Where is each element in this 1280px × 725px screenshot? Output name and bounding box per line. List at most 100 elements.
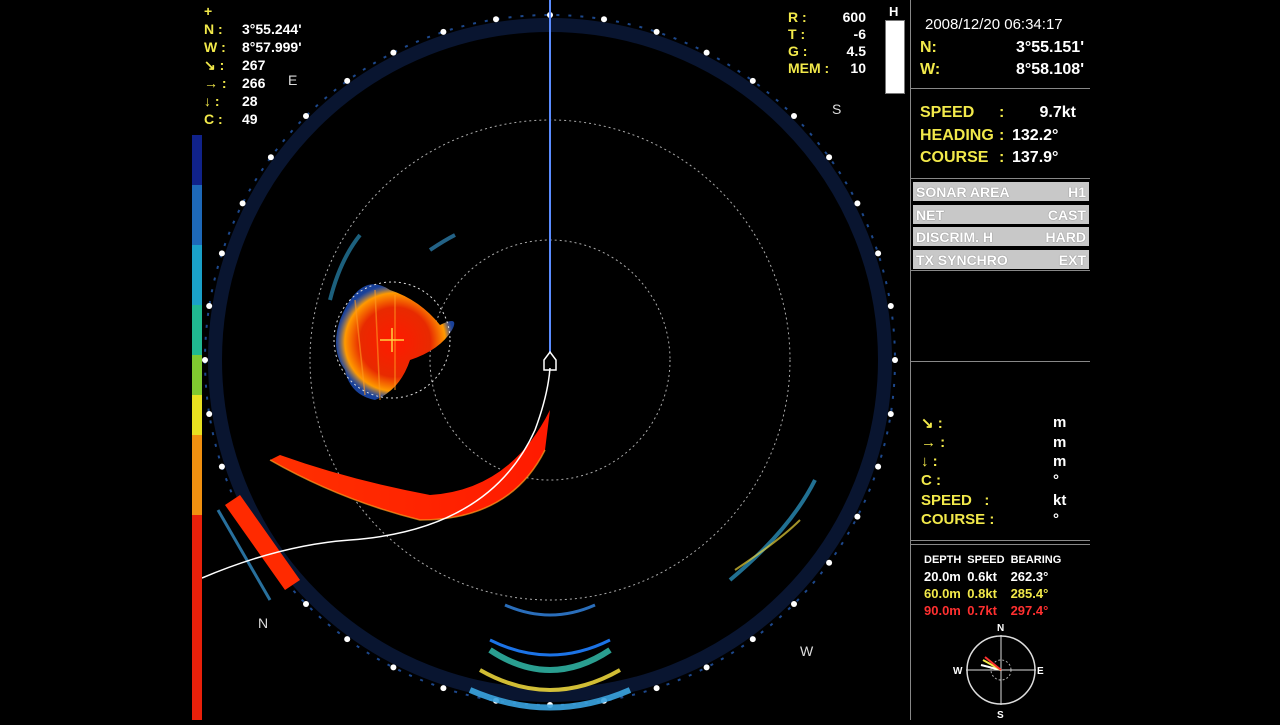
rose-s-label: S [997,710,1004,721]
target-speed-key: SPEED : [921,492,990,509]
menu-sonar-area[interactable]: SONAR AREA H1 [913,182,1089,201]
menu-tx-synchro-value: EXT [1058,251,1086,268]
range-tilt-gain-readout: R : 600 T : -6 G : 4.5 MEM : 10 [788,9,866,77]
cursor-depth-key: ↓ : [204,93,220,109]
ring-marker [703,664,710,671]
current-depth-1: 20.0m [924,569,961,584]
compass-n-label: N [258,615,268,631]
ring-marker [749,77,756,84]
current-bearing-2: 285.4° [1010,586,1049,601]
current-rose-icon: N S E W [953,623,1044,721]
cursor-c-key: C : [204,111,223,127]
ring-marker [202,357,208,363]
cursor-lon-value: 8°57.999' [242,39,302,55]
ring-marker [218,250,225,257]
target-speed-unit: kt [1053,492,1067,509]
menu-discrim[interactable]: DISCRIM. H HARD [913,227,1089,246]
rose-e-label: E [1037,666,1044,677]
compass-w-label: W [800,643,814,659]
echo-color-scale [192,135,202,720]
course-value: 137.9° [1012,149,1059,166]
current-header-depth: DEPTH [924,553,962,566]
speed-key: SPEED [920,104,975,121]
ring-marker [854,200,861,207]
cursor-horizontal-key: → : [204,75,227,91]
current-box: DEPTH SPEED BEARING 20.0m 0.6kt 262.3° 6… [911,544,1090,721]
navigation-box: SPEED : 9.7kt HEADING : 132.2° COURSE : … [911,90,1090,179]
cursor-horizontal-value: 266 [242,75,266,91]
empty-box [911,270,1090,362]
course-key: COURSE [920,149,989,166]
current-depth-3: 90.0m [924,603,961,618]
cursor-lat-key: N : [204,21,223,37]
current-speed-3: 0.7kt [967,603,997,618]
course-sep: : [999,149,1005,166]
current-row-1: 20.0m 0.6kt 262.3° [921,568,1064,585]
ring-marker [826,559,833,566]
cursor-lon-key: W : [204,39,226,55]
gain-key: G : [788,43,808,59]
ring-marker [344,77,351,84]
target-box: ↘ : m → : m ↓ : m C : ° SPEED : kt COURS… [911,362,1090,541]
menu-sonar-area-label: SONAR AREA [916,183,1010,200]
memory-key: MEM : [788,60,830,76]
current-speed-1: 0.6kt [967,569,997,584]
ring-marker [703,49,710,56]
tilt-value: -6 [853,26,866,42]
current-header-speed: SPEED [967,553,1005,566]
ring-marker [826,154,833,161]
target-slant-key: ↘ : [921,415,943,432]
own-ship-icon [543,350,557,371]
menu-discrim-value: HARD [1045,228,1086,245]
ring-marker [601,16,607,23]
current-header-bearing: BEARING [1010,553,1062,566]
current-speed-2: 0.8kt [967,586,997,601]
ring-marker [440,28,447,35]
ring-marker [218,463,225,470]
cursor-depth-value: 28 [242,93,258,109]
current-bearing-3: 297.4° [1010,603,1049,618]
ring-marker [267,154,274,161]
current-row-3: 90.0m 0.7kt 297.4° [921,602,1064,619]
target-c-unit: ° [1053,472,1059,489]
heading-value: 132.2° [1012,127,1059,144]
range-key: R : [788,9,807,25]
ring-marker [653,28,660,35]
target-horizontal-key: → : [921,434,946,451]
ring-marker [493,16,499,23]
menu-sonar-area-value: H1 [1068,183,1086,200]
h-label: H [889,4,899,19]
ring-marker [303,113,309,119]
tilt-key: T : [788,26,806,42]
menu-net[interactable]: NET CAST [913,205,1089,224]
cursor-slant-value: 267 [242,57,266,73]
target-slant-unit: m [1053,414,1067,431]
menu-tx-synchro[interactable]: TX SYNCHRO EXT [913,250,1089,269]
rose-w-label: W [953,666,963,677]
cursor-slant-key: ↘ : [204,57,225,73]
current-bearing-1: 262.3° [1010,569,1049,584]
target-course-key: COURSE : [921,511,995,528]
ring-marker [390,49,397,56]
speed-value: 9.7kt [1039,104,1076,121]
ring-marker [791,113,797,119]
current-depth-2: 60.0m [924,586,961,601]
current-table: DEPTH SPEED BEARING 20.0m 0.6kt 262.3° 6… [921,551,1064,619]
fish-school-echo [336,284,455,401]
ring-marker [206,411,213,417]
ring-marker [875,250,882,257]
target-depth-key: ↓ : [921,453,938,470]
current-row-2: 60.0m 0.8kt 285.4° [921,585,1064,602]
menu-discrim-label: DISCRIM. H [916,228,993,245]
ring-marker [749,636,756,643]
range-value: 600 [842,9,866,25]
heading-key: HEADING [920,127,994,144]
minor-echoes [328,233,817,582]
compass-s-label: S [832,101,841,117]
target-horizontal-unit: m [1053,434,1067,451]
ring-marker [653,685,660,692]
speed-sep: : [999,104,1005,121]
position-box: 2008/12/20 06:34:17 N: 3°55.151' W: 8°58… [911,0,1090,89]
gain-value: 4.5 [846,43,866,59]
menu-net-label: NET [916,206,944,223]
